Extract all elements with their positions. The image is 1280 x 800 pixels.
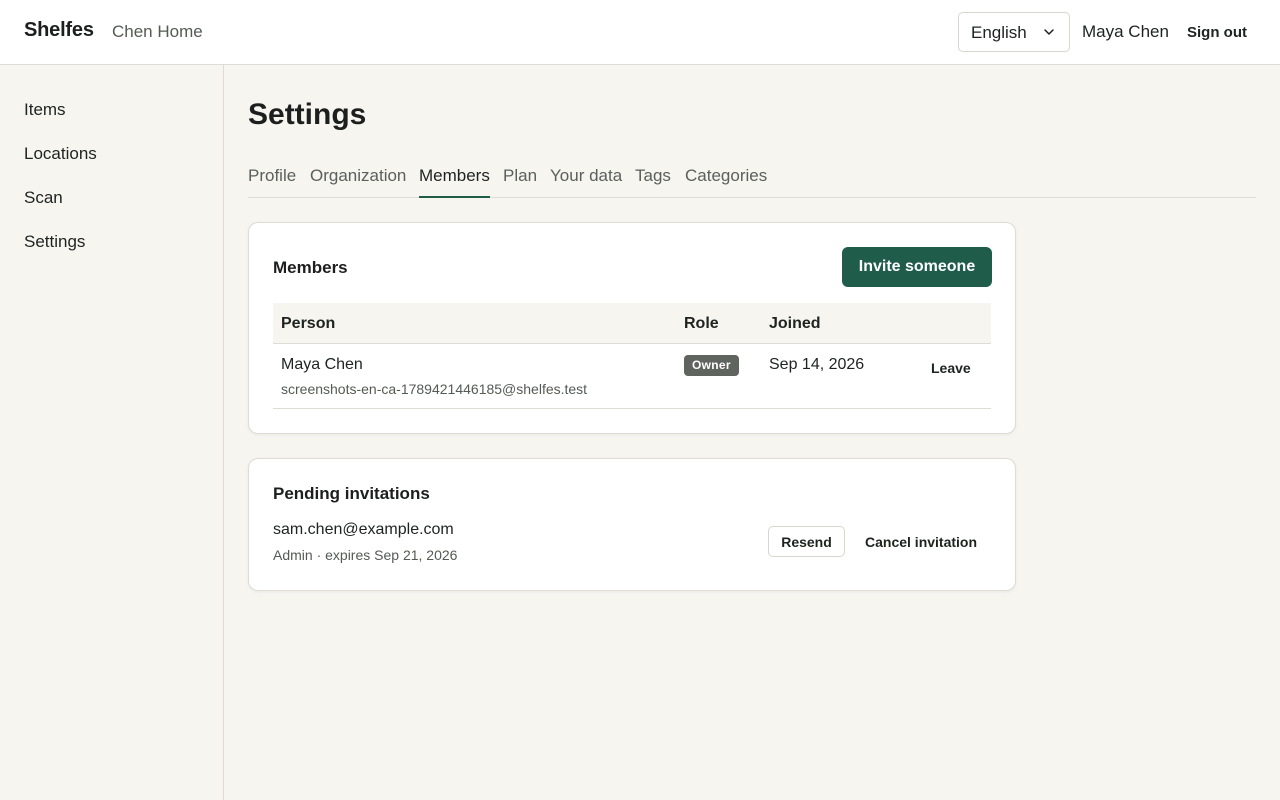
members-table-header: Person Role Joined [273,303,991,344]
settings-tabs: Profile Organization Members Plan Your d… [248,164,1256,198]
column-header-person: Person [281,315,336,332]
resend-button[interactable]: Resend [768,526,845,557]
page-title: Settings [248,98,367,131]
tab-organization[interactable]: Organization [310,166,406,198]
members-card: Members Invite someone Person Role Joine… [248,222,1016,434]
members-card-title: Members [273,258,348,277]
sidebar-item-settings[interactable]: Settings [24,232,85,252]
sidebar: Items Locations Scan Settings [0,65,224,800]
chevron-down-icon [1044,29,1054,35]
tab-profile[interactable]: Profile [248,166,296,198]
member-name: Maya Chen [281,356,363,373]
invitation-email: sam.chen@example.com [273,521,454,538]
pending-invitations-card: Pending invitations sam.chen@example.com… [248,458,1016,591]
column-header-joined: Joined [769,315,821,332]
sidebar-item-scan[interactable]: Scan [24,188,63,208]
member-joined-date: Sep 14, 2026 [769,356,865,373]
sidebar-item-items[interactable]: Items [24,100,66,120]
tab-your-data[interactable]: Your data [550,166,622,198]
language-select[interactable]: English [958,12,1070,52]
table-row: Maya Chen screenshots-en-ca-178942144618… [273,344,991,409]
tab-plan[interactable]: Plan [503,166,537,198]
organization-name: Chen Home [112,22,203,41]
cancel-invitation-button[interactable]: Cancel invitation [855,526,987,557]
top-bar: Shelfes Chen Home English Maya Chen Sign… [0,0,1280,65]
brand-logo[interactable]: Shelfes [24,19,94,42]
pending-invitations-title: Pending invitations [273,484,430,503]
members-table: Person Role Joined Maya Chen screenshots… [273,303,991,409]
tab-categories[interactable]: Categories [685,166,767,198]
tab-tags[interactable]: Tags [635,166,671,198]
member-email: screenshots-en-ca-1789421446185@shelfes.… [281,381,588,397]
sign-out-button[interactable]: Sign out [1175,14,1259,50]
user-name: Maya Chen [1082,22,1169,41]
role-badge: Owner [684,355,739,376]
column-header-role: Role [684,315,719,332]
leave-button[interactable]: Leave [921,356,981,380]
invite-someone-button[interactable]: Invite someone [842,247,992,287]
invitation-meta: Admin · expires Sep 21, 2026 [273,547,458,563]
tab-members[interactable]: Members [419,166,490,198]
language-select-value: English [971,23,1027,42]
sidebar-item-locations[interactable]: Locations [24,144,97,164]
